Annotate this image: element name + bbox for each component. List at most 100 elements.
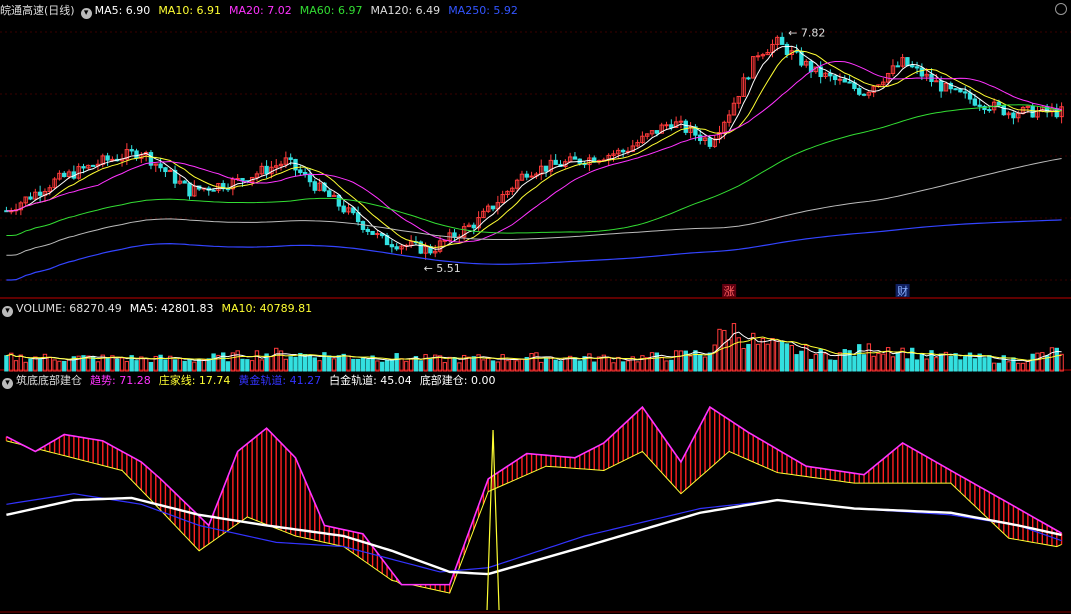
volume-bar	[905, 358, 910, 372]
volume-bar	[953, 353, 958, 372]
volume-bar	[678, 350, 684, 372]
volume-bar	[62, 360, 67, 372]
volume-bar	[1035, 352, 1040, 372]
bottom-build-signal	[486, 429, 500, 611]
candle-body	[182, 180, 187, 184]
volume-bar	[722, 329, 727, 372]
volume-ma-legend: MA5: 42801.83 MA10: 40789.81	[130, 302, 320, 315]
volume-bar	[996, 362, 1002, 372]
volume-bar	[360, 357, 366, 372]
candle-body	[895, 65, 900, 68]
candle-body	[264, 165, 269, 175]
volume-bar	[18, 354, 24, 372]
candle-body	[934, 80, 939, 83]
volume-bar	[394, 353, 399, 372]
volume-bar	[688, 355, 693, 372]
volume-bar	[698, 353, 703, 372]
dropdown-icon[interactable]: ▾	[80, 8, 92, 19]
volume-bar	[543, 357, 549, 372]
volume-bar	[28, 358, 33, 372]
volume-bar	[177, 357, 183, 372]
candle-body	[298, 169, 303, 174]
dropdown-icon[interactable]: ▾	[2, 378, 13, 389]
event-badge-label: 财	[897, 284, 908, 298]
volume-bar	[240, 358, 245, 372]
volume-bar	[37, 358, 43, 372]
volume-bar	[384, 359, 390, 372]
volume-bar	[645, 357, 650, 372]
volume-bar	[779, 340, 785, 372]
volume-bar	[683, 350, 688, 372]
expand-icon[interactable]	[1055, 3, 1067, 15]
volume-ma5-line	[6, 331, 1062, 363]
volume-bar	[669, 359, 674, 372]
candle-body	[288, 157, 293, 160]
candle-body	[698, 134, 703, 142]
candle-body	[1011, 112, 1016, 119]
volume-bar	[596, 356, 602, 372]
volume-bar	[288, 356, 293, 372]
volume-bar	[1059, 353, 1064, 372]
volume-bar	[447, 356, 452, 372]
volume-bar	[293, 356, 298, 372]
candle-body	[938, 80, 944, 92]
kline-chart-window[interactable]: ← 7.82 ← 5.51 涨财 皖通高速(日线) ▾ MA5: 6.90 MA10: 6…	[0, 0, 1071, 614]
candle-body	[905, 57, 910, 67]
candle-body	[963, 91, 968, 94]
candle-body	[572, 156, 578, 160]
volume-bar	[365, 359, 370, 372]
volume-bar	[963, 356, 968, 372]
volume-bar	[577, 360, 582, 372]
candle-body	[977, 104, 982, 107]
candle-body	[746, 77, 751, 80]
volume-bar	[794, 354, 799, 372]
volume-bar	[380, 361, 385, 372]
volume-bar	[934, 357, 939, 372]
volume-bar	[958, 359, 963, 372]
volume-bar	[707, 352, 713, 372]
volume-bar	[312, 357, 317, 372]
volume-bar	[1040, 352, 1045, 372]
volume-bar	[423, 354, 428, 372]
volume-bar	[534, 352, 539, 372]
candle-body	[919, 67, 925, 77]
volume-bar	[808, 358, 814, 372]
candle-body	[1001, 104, 1006, 116]
volume-bar	[755, 343, 761, 372]
volume-bar	[842, 349, 847, 372]
volume-bar	[852, 355, 857, 372]
volume-bar	[351, 358, 356, 372]
volume-bar	[119, 357, 125, 372]
volume-bar	[269, 355, 274, 372]
zhuang-line	[6, 440, 1062, 594]
volume-bar	[741, 348, 746, 372]
candle-body	[452, 232, 457, 238]
candle-body	[187, 182, 192, 197]
indicator-values-legend: 趋势: 71.28 庄家线: 17.74 黄金轨道: 41.27 白金轨道: 45.0…	[90, 374, 504, 387]
volume-bar	[606, 356, 611, 372]
candle-body	[524, 173, 529, 178]
candle-body	[365, 228, 370, 232]
volume-bar	[640, 355, 645, 372]
legend-item: MA250: 5.92	[448, 4, 518, 17]
volume-bar	[987, 355, 992, 372]
volume-bar	[486, 357, 491, 372]
legend-item: 庄家线: 17.74	[158, 374, 231, 387]
volume-bar	[746, 343, 751, 372]
volume-bar	[693, 350, 698, 372]
volume-bar	[919, 353, 925, 372]
volume-bar	[172, 359, 178, 372]
ma120-line	[6, 157, 1062, 256]
volume-bar	[341, 353, 346, 372]
event-badge-label: 涨	[724, 285, 735, 298]
volume-bar	[857, 344, 862, 372]
dropdown-icon[interactable]: ▾	[2, 306, 13, 317]
volume-bar	[254, 350, 260, 372]
volume-bar	[972, 358, 978, 372]
volume-bar	[890, 356, 896, 372]
candle-body	[312, 181, 317, 191]
volume-bar	[1030, 353, 1035, 372]
candle-body	[987, 109, 992, 112]
candle-body	[842, 78, 847, 83]
volume-bar	[428, 358, 433, 372]
